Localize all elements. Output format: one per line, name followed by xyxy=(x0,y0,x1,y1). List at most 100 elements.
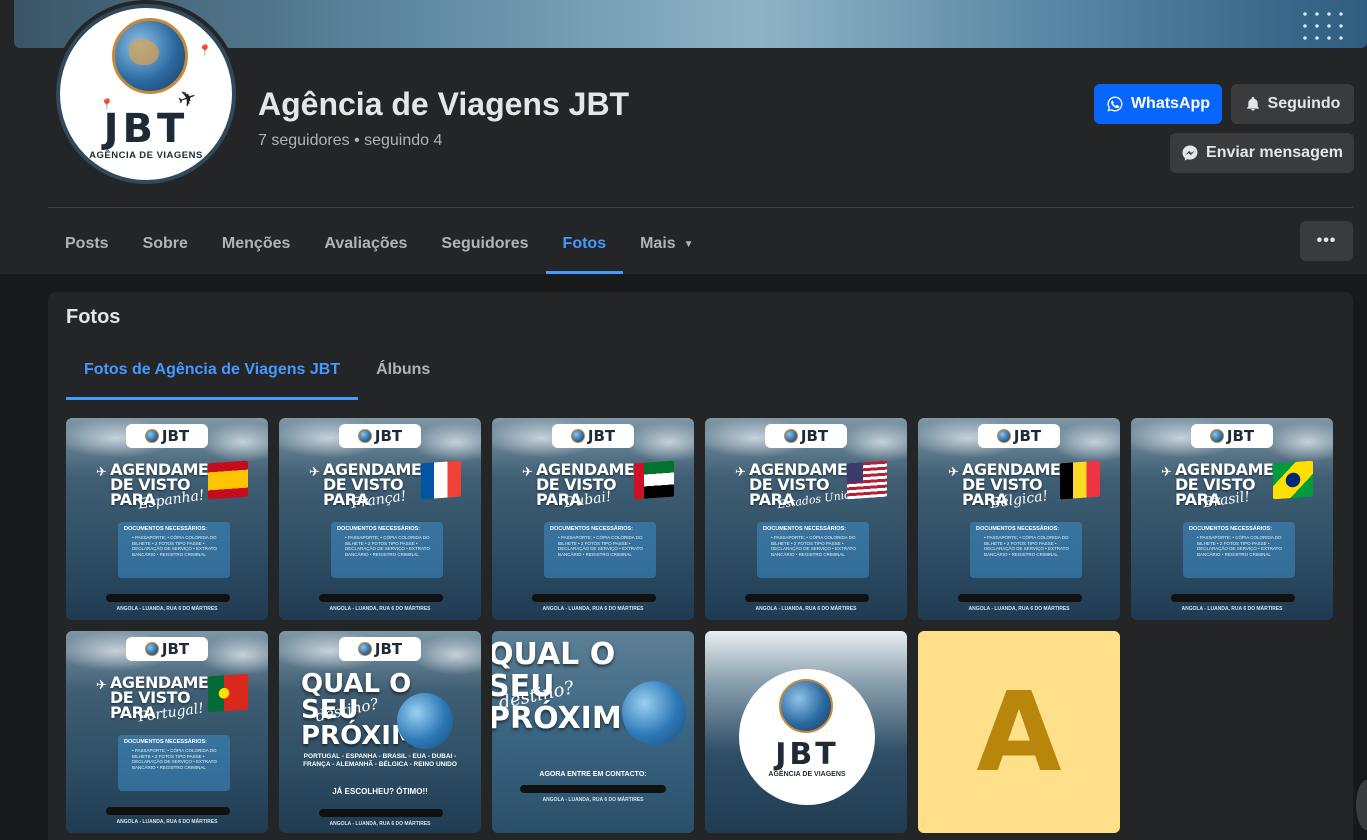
address-text: ANGOLA - LUANDA, RUA 6 DO MÁRTIRES xyxy=(755,606,857,612)
france-flag-icon xyxy=(421,460,461,500)
docs-heading: DOCUMENTOS NECESSÁRIOS: xyxy=(124,739,208,745)
photo-tile[interactable]: JBT ✈ AGENDAMENTO DE VISTO PARA Portugal… xyxy=(66,631,268,833)
documents-box: DOCUMENTOS NECESSÁRIOS: • PASSAPORTE; • C… xyxy=(757,522,869,578)
contact-bar xyxy=(319,594,443,602)
address-text: ANGOLA - LUANDA, RUA 6 DO MÁRTIRES xyxy=(116,819,218,825)
jbt-logo: JBT xyxy=(765,424,847,448)
letter-placeholder: A xyxy=(976,668,1062,796)
docs-heading: DOCUMENTOS NECESSÁRIOS: xyxy=(124,526,208,532)
photo-tile[interactable]: JBT ✈ AGENDAMENTO DE VISTO PARA Espanha!… xyxy=(66,418,268,620)
documents-box: DOCUMENTOS NECESSÁRIOS: • PASSAPORTE; • C… xyxy=(970,522,1082,578)
contact-bar xyxy=(106,807,230,815)
photo-tile[interactable]: JBT AGÊNCIA DE VIAGENS xyxy=(705,631,907,833)
photo-tile[interactable]: JBT ✈ AGENDAMENTO DE VISTO PARA Bélgica!… xyxy=(918,418,1120,620)
logo-text: JBT xyxy=(800,427,829,445)
send-message-button[interactable]: Enviar mensagem xyxy=(1170,133,1354,173)
jbt-logo: JBT xyxy=(552,424,634,448)
contact-bar xyxy=(745,594,869,602)
contact-bar xyxy=(106,594,230,602)
photos-subtabs: Fotos de Agência de Viagens JBT Álbuns xyxy=(66,340,448,400)
docs-list: • PASSAPORTE; • CÓPIA COLORIDA DO BILHET… xyxy=(345,535,430,557)
cloud-shape xyxy=(624,422,694,462)
belgium-flag-icon xyxy=(1060,460,1100,500)
profile-picture[interactable]: 📍 📍 ✈ JBT AGÊNCIA DE VIAGENS xyxy=(52,0,240,188)
tab-mentions[interactable]: Menções xyxy=(205,214,307,274)
docs-list: • PASSAPORTE; • CÓPIA COLORIDA DO BILHET… xyxy=(558,535,643,557)
photo-tile[interactable]: JBT QUAL O SEU PRÓXIMO destino? PORTUGAL… xyxy=(279,631,481,833)
docs-heading: DOCUMENTOS NECESSÁRIOS: xyxy=(337,526,421,532)
globe-icon xyxy=(357,429,372,443)
jbt-logo: JBT xyxy=(126,637,208,661)
brand-text: JBT xyxy=(775,737,839,772)
more-options-button[interactable]: ••• xyxy=(1300,221,1353,261)
documents-box: DOCUMENTOS NECESSÁRIOS: • PASSAPORTE; • C… xyxy=(118,522,230,578)
send-message-button-label: Enviar mensagem xyxy=(1206,144,1343,161)
photo-tile[interactable]: QUAL O SEU PRÓXIMO destino? AGORA ENTRE … xyxy=(492,631,694,833)
tab-page-photos[interactable]: Fotos de Agência de Viagens JBT xyxy=(66,340,359,400)
photo-tile[interactable]: A xyxy=(918,631,1120,833)
whatsapp-icon xyxy=(1106,95,1124,113)
following-button-label: Seguindo xyxy=(1267,95,1341,112)
photo-tile[interactable]: JBT ✈ AGENDAMENTO DE VISTO PARA Estados … xyxy=(705,418,907,620)
caret-down-icon: ▼ xyxy=(683,238,694,250)
docs-list: • PASSAPORTE; • CÓPIA COLORIDA DO BILHET… xyxy=(132,748,217,770)
tab-albums[interactable]: Álbuns xyxy=(358,340,448,400)
docs-heading: DOCUMENTOS NECESSÁRIOS: xyxy=(550,526,634,532)
jbt-logo: JBT xyxy=(339,637,421,661)
promo-ready: JÁ ESCOLHEU? ÓTIMO!! xyxy=(332,787,428,796)
logo-text: JBT xyxy=(374,640,403,658)
tab-photos[interactable]: Fotos xyxy=(545,214,624,274)
globe-icon xyxy=(144,429,159,443)
globe-icon xyxy=(144,642,159,656)
cloud-shape xyxy=(198,635,268,675)
documents-box: DOCUMENTOS NECESSÁRIOS: • PASSAPORTE; • C… xyxy=(118,735,230,791)
jbt-logo: JBT xyxy=(126,424,208,448)
avatar-brand: JBT xyxy=(103,106,189,152)
cover-dots xyxy=(1299,8,1345,44)
following-button[interactable]: Seguindo xyxy=(1231,84,1354,124)
cloud-shape xyxy=(198,422,268,462)
airplane-icon: ✈ xyxy=(948,464,959,479)
whatsapp-button[interactable]: WhatsApp xyxy=(1094,84,1222,124)
header-divider xyxy=(48,207,1353,208)
portugal-flag-icon xyxy=(208,673,248,713)
docs-heading: DOCUMENTOS NECESSÁRIOS: xyxy=(976,526,1060,532)
docs-heading: DOCUMENTOS NECESSÁRIOS: xyxy=(1189,526,1273,532)
promo-contact: AGORA ENTRE EM CONTACTO: xyxy=(539,771,647,778)
bell-icon xyxy=(1245,96,1261,112)
messenger-icon xyxy=(1181,144,1199,162)
page-stats[interactable]: 7 seguidores • seguindo 4 xyxy=(258,132,442,150)
address-text: ANGOLA - LUANDA, RUA 6 DO MÁRTIRES xyxy=(329,821,431,827)
page-title: Agência de Viagens JBT xyxy=(258,86,630,122)
tab-posts[interactable]: Posts xyxy=(48,214,126,274)
tab-more[interactable]: Mais ▼ xyxy=(623,214,710,274)
avatar-subtitle: AGÊNCIA DE VIAGENS xyxy=(89,150,203,161)
tab-about[interactable]: Sobre xyxy=(126,214,205,274)
documents-box: DOCUMENTOS NECESSÁRIOS: • PASSAPORTE; • C… xyxy=(1183,522,1295,578)
usa-flag-icon xyxy=(847,460,887,500)
photo-grid: JBT ✈ AGENDAMENTO DE VISTO PARA Espanha!… xyxy=(66,418,1333,833)
airplane-icon: ✈ xyxy=(309,464,320,479)
globe-icon xyxy=(570,429,585,443)
contact-bar xyxy=(520,785,666,793)
cloud-shape xyxy=(837,422,907,462)
logo-text: JBT xyxy=(161,640,190,658)
photo-tile[interactable]: JBT ✈ AGENDAMENTO DE VISTO PARA Dubai! D… xyxy=(492,418,694,620)
cloud-shape xyxy=(1050,422,1120,462)
tab-reviews[interactable]: Avaliações xyxy=(307,214,424,274)
photo-tile[interactable]: JBT ✈ AGENDAMENTO DE VISTO PARA França! … xyxy=(279,418,481,620)
photo-tile[interactable]: JBT ✈ AGENDAMENTO DE VISTO PARA Brasil! … xyxy=(1131,418,1333,620)
globe-icon xyxy=(1209,429,1224,443)
logo-text: JBT xyxy=(1013,427,1042,445)
airplane-icon: ✈ xyxy=(96,677,107,692)
address-text: ANGOLA - LUANDA, RUA 6 DO MÁRTIRES xyxy=(116,606,218,612)
globe-icon xyxy=(622,681,686,745)
contact-bar xyxy=(319,809,443,817)
scroll-button[interactable] xyxy=(1356,780,1367,830)
brand-subtitle: AGÊNCIA DE VIAGENS xyxy=(768,771,846,778)
jbt-logo: JBT AGÊNCIA DE VIAGENS xyxy=(739,669,875,805)
tab-followers[interactable]: Seguidores xyxy=(424,214,545,274)
uae-flag-icon xyxy=(634,460,674,500)
docs-list: • PASSAPORTE; • CÓPIA COLORIDA DO BILHET… xyxy=(984,535,1069,557)
jbt-logo: JBT xyxy=(339,424,421,448)
